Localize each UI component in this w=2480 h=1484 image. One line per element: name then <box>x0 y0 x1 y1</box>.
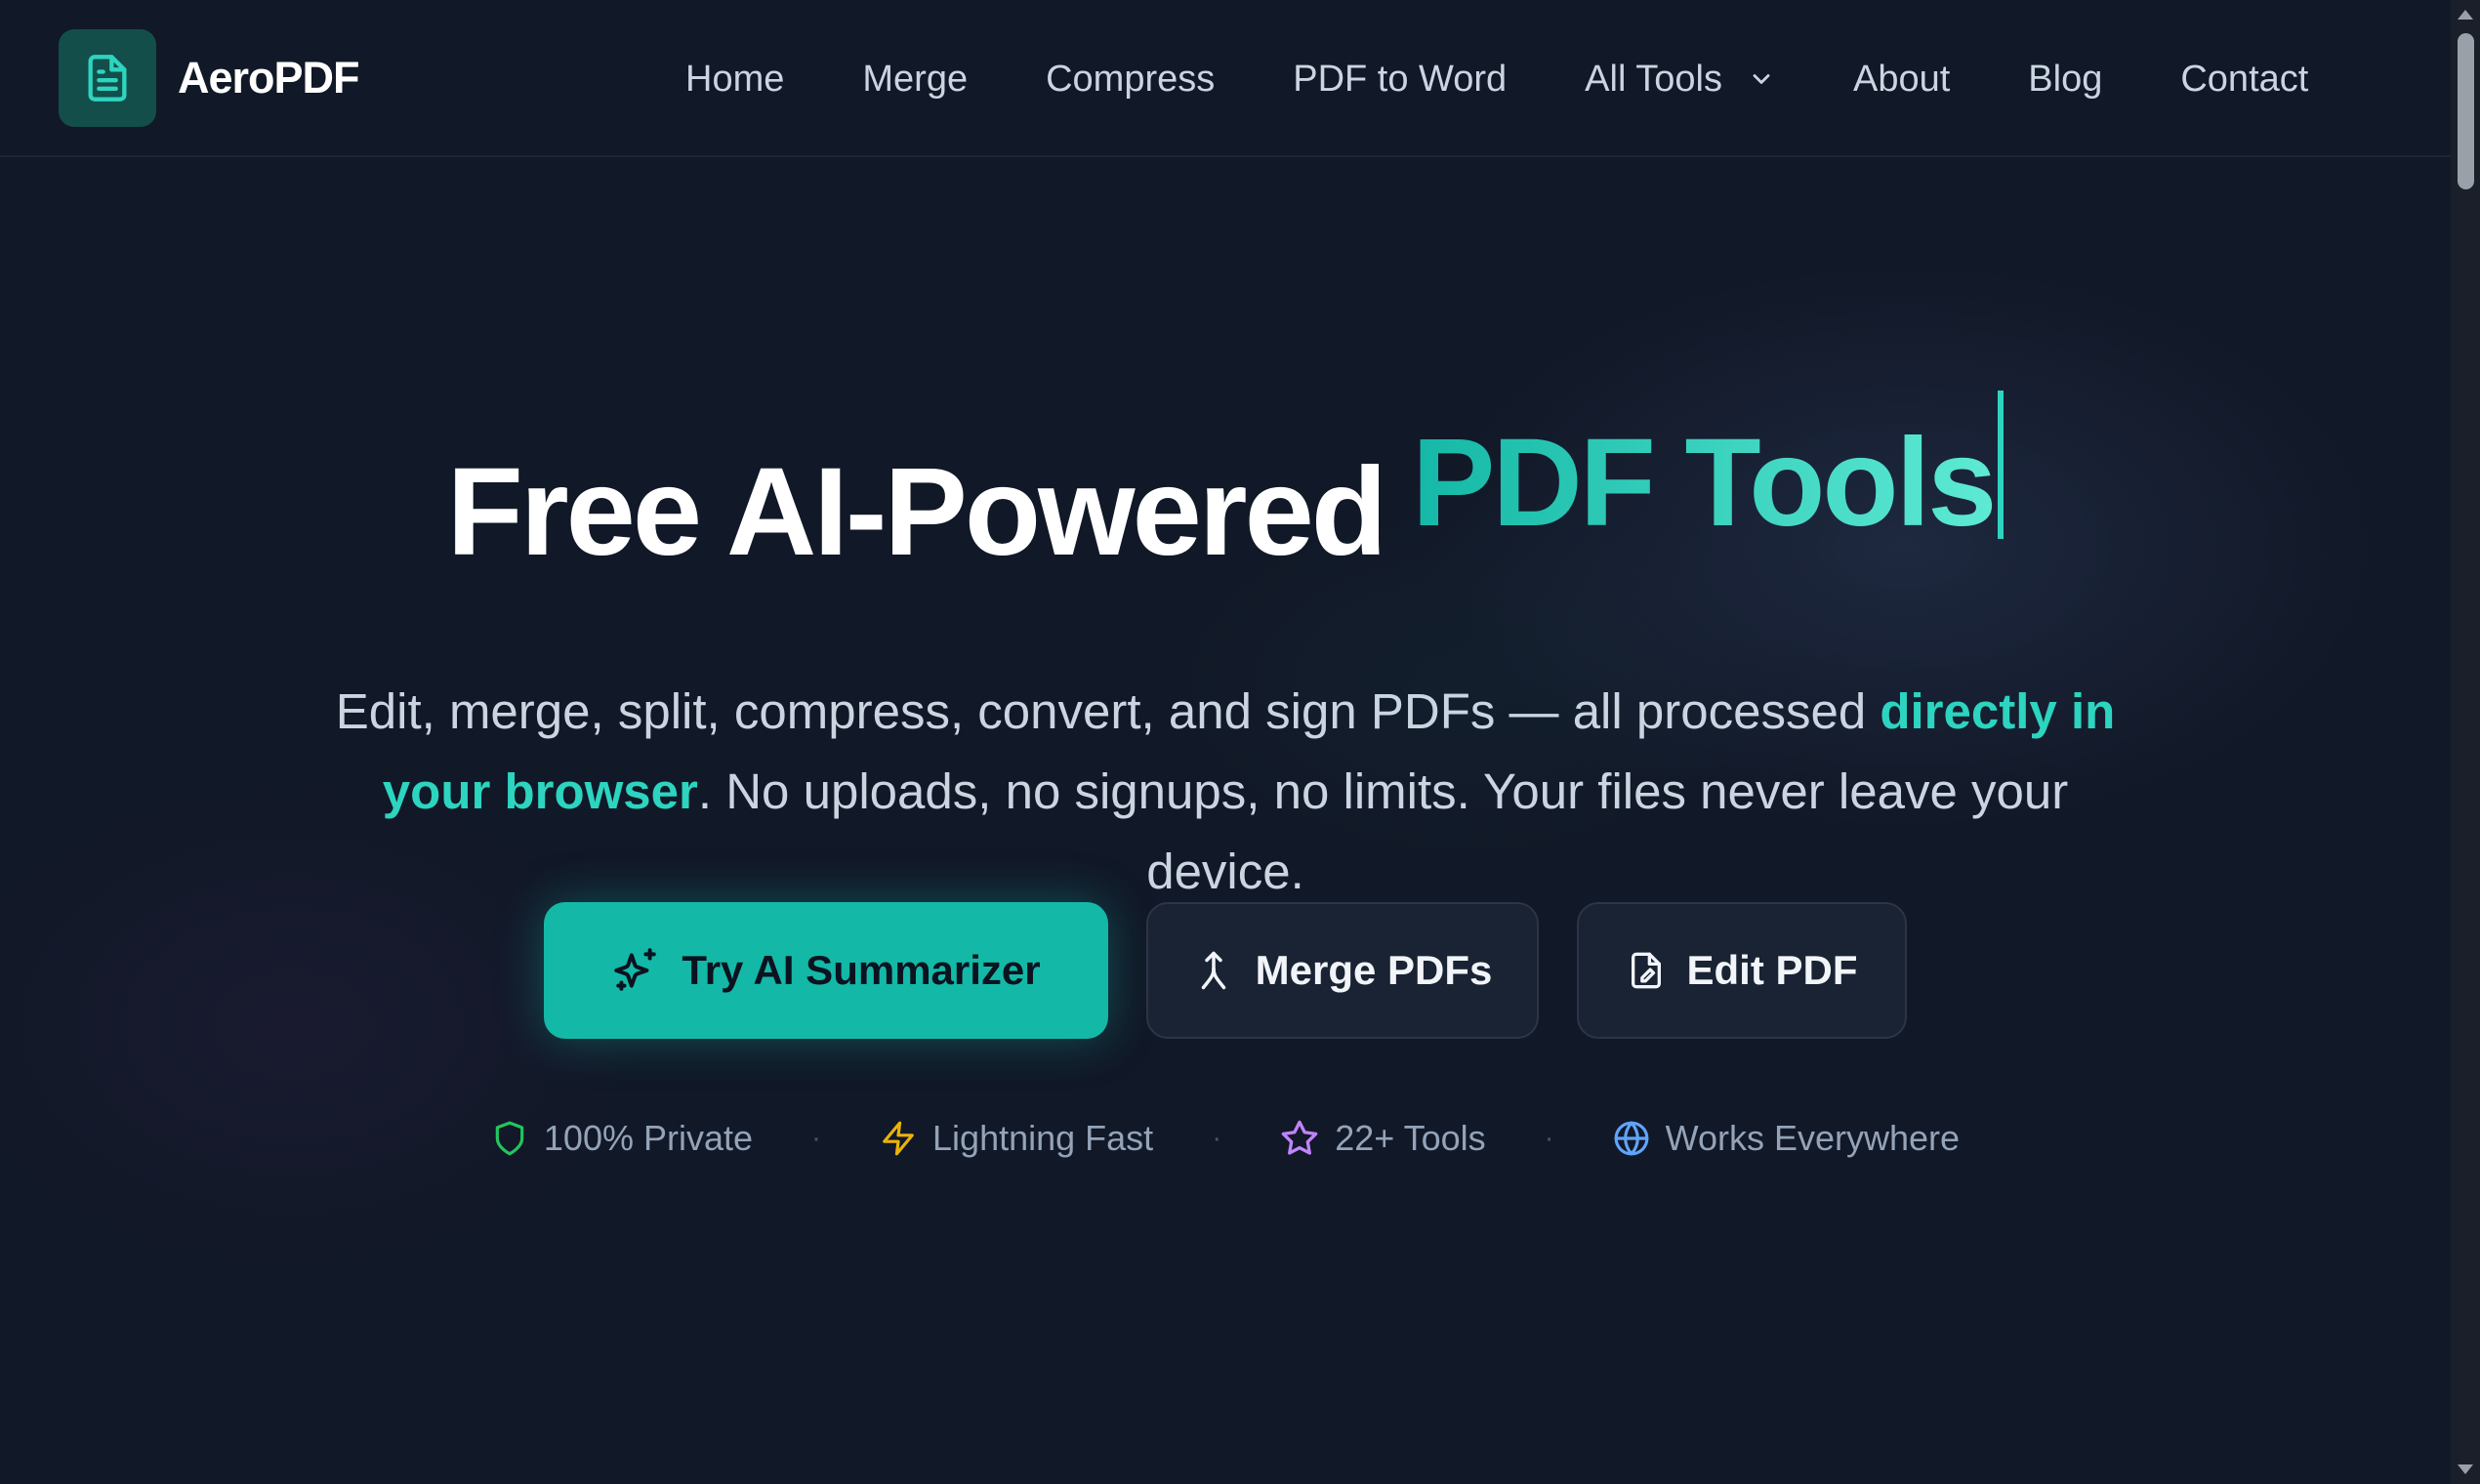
chevron-down-icon <box>1748 65 1775 93</box>
nav-blog[interactable]: Blog <box>2028 52 2102 106</box>
nav-all-tools-dropdown[interactable]: All Tools <box>1585 52 1775 106</box>
feature-tools: 22+ Tools <box>1280 1118 1486 1159</box>
nav-compress[interactable]: Compress <box>1046 52 1215 106</box>
hero-title-main: Free AI-Powered <box>446 442 1387 582</box>
try-ai-summarizer-button[interactable]: Try AI Summarizer <box>544 902 1108 1039</box>
hero-subtitle-tail: . No uploads, no signups, no limits. You… <box>697 763 2069 899</box>
hero-subtitle: Edit, merge, split, compress, convert, a… <box>312 672 2138 912</box>
nav-contact[interactable]: Contact <box>2180 52 2308 106</box>
hero-subtitle-lead: Edit, merge, split, compress, convert, a… <box>335 683 1881 739</box>
feature-everywhere: Works Everywhere <box>1613 1118 1960 1159</box>
brand-logo-link[interactable]: AeroPDF <box>59 29 360 127</box>
feature-separator: · <box>1544 1122 1554 1154</box>
scroll-down-arrow-icon[interactable] <box>2458 1464 2473 1474</box>
merge-pdfs-button[interactable]: Merge PDFs <box>1146 902 1539 1039</box>
scroll-thumb[interactable] <box>2458 33 2474 189</box>
edit-pdf-button[interactable]: Edit PDF <box>1577 902 1907 1039</box>
hero-title: Free AI-Powered PDF Tools <box>0 391 2451 584</box>
feature-tools-label: 22+ Tools <box>1335 1118 1486 1158</box>
feature-separator: · <box>811 1122 822 1154</box>
feature-highlights: 100% Private · Lightning Fast · 22+ Tool… <box>0 1118 2451 1159</box>
nav-all-tools-label: All Tools <box>1585 59 1722 100</box>
try-ai-summarizer-label: Try AI Summarizer <box>682 947 1041 993</box>
feature-private-label: 100% Private <box>543 1118 754 1158</box>
feature-fast: Lightning Fast <box>880 1118 1153 1159</box>
nav-merge[interactable]: Merge <box>862 52 968 106</box>
file-text-icon <box>59 29 156 127</box>
page-scrollbar[interactable] <box>2451 0 2480 1484</box>
edit-pdf-label: Edit PDF <box>1686 947 1858 993</box>
nav-about[interactable]: About <box>1853 52 1950 106</box>
site-header: AeroPDF Home Merge Compress PDF to Word … <box>0 0 2451 157</box>
file-edit-icon <box>1627 951 1666 990</box>
lightning-icon <box>880 1120 917 1157</box>
sparkles-icon <box>611 946 660 995</box>
typing-caret <box>1998 391 2005 539</box>
brand-name: AeroPDF <box>178 53 360 103</box>
shield-icon <box>491 1120 528 1157</box>
nav-pdf-to-word[interactable]: PDF to Word <box>1293 52 1507 106</box>
feature-separator: · <box>1212 1122 1222 1154</box>
globe-icon <box>1613 1120 1650 1157</box>
feature-fast-label: Lightning Fast <box>932 1118 1154 1158</box>
merge-pdfs-label: Merge PDFs <box>1255 947 1493 993</box>
merge-icon <box>1193 950 1234 991</box>
feature-everywhere-label: Works Everywhere <box>1665 1118 1961 1158</box>
scroll-up-arrow-icon[interactable] <box>2458 10 2473 20</box>
star-icon <box>1280 1119 1319 1158</box>
hero-title-accent: PDF Tools <box>1411 413 1997 553</box>
page: AeroPDF Home Merge Compress PDF to Word … <box>0 0 2480 1484</box>
nav-home[interactable]: Home <box>685 52 784 106</box>
main-nav: Home Merge Compress PDF to Word All Tool… <box>685 52 2308 106</box>
feature-private: 100% Private <box>491 1118 753 1159</box>
